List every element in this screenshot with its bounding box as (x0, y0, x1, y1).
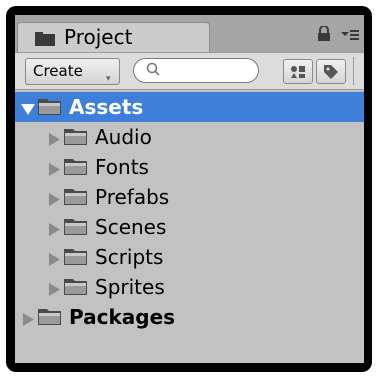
menu-icon[interactable] (340, 26, 360, 46)
tree-label: Packages (69, 305, 176, 329)
filter-by-type-icon (291, 66, 305, 78)
tree-item-fonts[interactable]: Fonts (15, 152, 364, 182)
create-label: Create (33, 62, 83, 80)
folder-icon (63, 157, 89, 181)
tree-label: Assets (69, 95, 144, 119)
tree-label: Prefabs (95, 185, 170, 209)
search-field[interactable] (133, 58, 259, 83)
collapsed-arrow-icon[interactable] (23, 311, 34, 330)
collapsed-arrow-icon[interactable] (49, 131, 60, 150)
tree-item-assets[interactable]: Assets (15, 92, 364, 122)
folder-icon (63, 187, 89, 211)
toolbar-divider (353, 57, 354, 85)
chevron-down-icon: ▾ (106, 74, 111, 84)
folder-icon (63, 277, 89, 301)
tree-label: Scripts (95, 245, 164, 269)
collapsed-arrow-icon[interactable] (49, 221, 60, 240)
folder-icon (37, 97, 63, 121)
tree-item-packages[interactable]: Packages (15, 302, 364, 332)
collapsed-arrow-icon[interactable] (49, 161, 60, 180)
filter-by-label-button[interactable] (316, 59, 346, 84)
tree-label: Fonts (95, 155, 149, 179)
create-button[interactable]: Create ▾ (25, 58, 120, 85)
folder-icon (63, 127, 89, 151)
tab-label: Project (64, 25, 133, 49)
folder-tab-icon (34, 31, 56, 51)
tree-label: Scenes (95, 215, 167, 239)
tab-project[interactable]: Project (17, 22, 210, 54)
tree-item-audio[interactable]: Audio (15, 122, 364, 152)
filter-by-type-button[interactable] (283, 59, 313, 84)
tree-label: Sprites (95, 275, 165, 299)
project-panel: Project Create ▾ Assets Audio Fonts Pref… (15, 15, 364, 363)
tree-item-scripts[interactable]: Scripts (15, 242, 364, 272)
toolbar: Create ▾ (15, 52, 364, 90)
tree-label: Audio (95, 125, 152, 149)
tree-item-sprites[interactable]: Sprites (15, 272, 364, 302)
expand-arrow-icon[interactable] (21, 101, 35, 120)
folder-icon (63, 247, 89, 271)
tag-icon (324, 65, 338, 79)
tree-item-prefabs[interactable]: Prefabs (15, 182, 364, 212)
folder-icon (63, 217, 89, 241)
folder-icon (37, 307, 63, 331)
search-icon (146, 62, 162, 82)
search-input[interactable] (168, 62, 250, 79)
collapsed-arrow-icon[interactable] (49, 281, 60, 300)
tree-item-scenes[interactable]: Scenes (15, 212, 364, 242)
collapsed-arrow-icon[interactable] (49, 251, 60, 270)
collapsed-arrow-icon[interactable] (49, 191, 60, 210)
lock-icon[interactable] (317, 25, 331, 46)
tab-strip: Project (15, 15, 364, 54)
